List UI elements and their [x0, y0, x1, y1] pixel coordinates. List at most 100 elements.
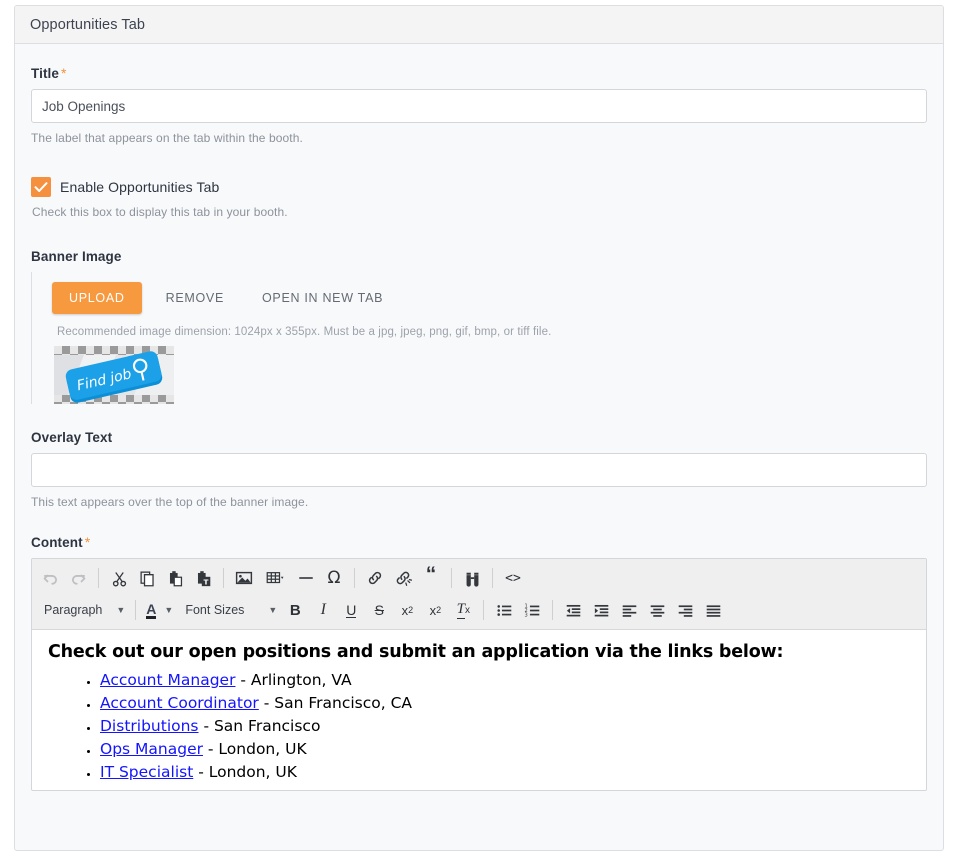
horizontal-rule-icon[interactable]	[292, 564, 320, 592]
upload-button[interactable]: UPLOAD	[52, 282, 142, 314]
paragraph-format-value: Paragraph	[44, 603, 103, 617]
overlay-text-help-text: This text appears over the top of the ba…	[31, 495, 309, 509]
blockquote-icon[interactable]: “	[417, 560, 445, 596]
chevron-down-icon: ▼	[116, 605, 126, 615]
job-location: - London, UK	[202, 740, 307, 758]
title-input[interactable]	[31, 89, 927, 123]
opportunities-tab-card: Opportunities Tab Title* The label that …	[14, 5, 944, 851]
underline-icon[interactable]: U	[337, 596, 365, 624]
toolbar-separator	[552, 600, 554, 620]
cut-icon[interactable]	[105, 564, 133, 592]
list-item: Account Coordinator - San Francisco, CA	[100, 692, 910, 715]
banner-image-group: Banner Image UPLOAD REMOVE OPEN IN NEW T…	[31, 249, 927, 404]
font-size-select[interactable]: Font Sizes ▼	[177, 597, 281, 623]
indent-icon[interactable]	[587, 596, 615, 624]
content-required-asterisk: *	[84, 534, 91, 550]
content-label-text: Content	[31, 535, 83, 550]
list-item: Distributions - San Francisco	[100, 715, 910, 738]
job-link[interactable]: Distributions	[100, 717, 199, 735]
job-location: - San Francisco, CA	[258, 694, 413, 712]
checkmark-icon	[34, 182, 48, 192]
text-color-button[interactable]: A ▼	[142, 597, 177, 623]
chevron-down-icon: ▼	[164, 605, 174, 615]
job-location: - San Francisco	[198, 717, 321, 735]
table-icon[interactable]	[258, 564, 292, 592]
editor-toolbar-row-1: T Ω “ <>	[36, 562, 922, 594]
open-in-new-tab-button[interactable]: OPEN IN NEW TAB	[248, 282, 397, 314]
superscript-icon[interactable]: x2	[421, 596, 449, 624]
job-location: - Arlington, VA	[235, 671, 352, 689]
italic-icon[interactable]: I	[309, 596, 337, 624]
editor-content-area[interactable]: Check out our open positions and submit …	[32, 630, 926, 790]
redo-icon[interactable]	[64, 564, 92, 592]
paragraph-format-select[interactable]: Paragraph ▼	[36, 597, 129, 623]
page-title: Opportunities Tab	[30, 16, 146, 33]
unlink-icon[interactable]	[389, 564, 417, 592]
outdent-icon[interactable]	[559, 596, 587, 624]
align-center-icon[interactable]	[643, 596, 671, 624]
svg-text:3: 3	[524, 612, 527, 618]
paste-as-text-icon[interactable]: T	[189, 564, 217, 592]
paste-icon[interactable]	[161, 564, 189, 592]
list-item: Account Manager - Arlington, VA	[100, 669, 910, 692]
title-help-text: The label that appears on the tab within…	[31, 131, 303, 145]
align-left-icon[interactable]	[615, 596, 643, 624]
editor-toolbar-row-2: Paragraph ▼ A ▼ Font Sizes ▼ B I U S x 2…	[36, 594, 922, 626]
toolbar-separator	[483, 600, 485, 620]
toolbar-separator	[451, 568, 452, 588]
font-size-value: Font Sizes	[185, 603, 245, 617]
strikethrough-icon[interactable]: S	[365, 596, 393, 624]
toolbar-separator	[492, 568, 493, 588]
enable-tab-help-text: Check this box to display this tab in yo…	[32, 205, 288, 219]
svg-text:T: T	[203, 577, 208, 586]
align-justify-icon[interactable]	[699, 596, 727, 624]
enable-tab-group: Enable Opportunities Tab Check this box …	[31, 177, 927, 219]
card-header: Opportunities Tab	[15, 6, 943, 44]
remove-format-icon[interactable]: Tx	[449, 596, 477, 624]
special-character-icon[interactable]: Ω	[320, 564, 348, 592]
find-job-key-image: Find job	[54, 351, 174, 403]
content-group: Content * T Ω “ <> Paragraph ▼ A ▼ Font …	[31, 535, 927, 791]
undo-icon[interactable]	[36, 564, 64, 592]
title-field-group: Title* The label that appears on the tab…	[31, 66, 927, 145]
source-code-icon[interactable]: <>	[499, 564, 527, 592]
title-label-text: Title	[31, 66, 60, 81]
bullet-list-icon[interactable]	[490, 596, 518, 624]
list-item: Ops Manager - London, UK	[100, 738, 910, 761]
bold-icon[interactable]: B	[281, 596, 309, 624]
copy-icon[interactable]	[133, 564, 161, 592]
enable-tab-label: Enable Opportunities Tab	[60, 179, 220, 195]
rich-text-editor: T Ω “ <> Paragraph ▼ A ▼ Font Sizes ▼ B …	[31, 558, 927, 791]
job-link[interactable]: IT Specialist	[100, 763, 193, 781]
job-link[interactable]: Account Coordinator	[100, 694, 259, 712]
subscript-icon[interactable]: x2	[393, 596, 421, 624]
toolbar-separator	[223, 568, 224, 588]
image-icon[interactable]	[230, 564, 258, 592]
toolbar-separator	[98, 568, 99, 588]
link-icon[interactable]	[361, 564, 389, 592]
toolbar-separator	[135, 600, 137, 620]
banner-image-thumbnail[interactable]: Find job	[54, 346, 174, 404]
align-right-icon[interactable]	[671, 596, 699, 624]
numbered-list-icon[interactable]: 1 2 3	[518, 596, 546, 624]
job-link[interactable]: Ops Manager	[100, 740, 203, 758]
job-link[interactable]: Account Manager	[100, 671, 235, 689]
list-item: IT Specialist - London, UK	[100, 761, 910, 784]
title-field-label: Title *	[31, 66, 927, 81]
remove-button[interactable]: REMOVE	[152, 282, 238, 314]
enable-tab-checkbox[interactable]	[31, 177, 51, 197]
banner-image-help-text: Recommended image dimension: 1024px x 35…	[57, 326, 552, 338]
text-color-letter: A	[146, 600, 157, 619]
job-openings-list: Account Manager - Arlington, VA Account …	[48, 669, 910, 784]
banner-button-row: UPLOAD REMOVE OPEN IN NEW TAB	[52, 282, 927, 314]
overlay-text-label: Overlay Text	[31, 430, 113, 445]
banner-image-label: Banner Image	[31, 249, 122, 264]
card-body: Title* The label that appears on the tab…	[15, 44, 943, 791]
content-label: Content *	[31, 535, 927, 550]
overlay-text-input[interactable]	[31, 453, 927, 487]
find-replace-icon[interactable]	[458, 564, 486, 592]
editor-toolbar: T Ω “ <> Paragraph ▼ A ▼ Font Sizes ▼ B …	[32, 559, 926, 630]
overlay-text-group: Overlay Text This text appears over the …	[31, 430, 927, 509]
enable-tab-row[interactable]: Enable Opportunities Tab	[31, 177, 927, 197]
toolbar-separator	[354, 568, 355, 588]
